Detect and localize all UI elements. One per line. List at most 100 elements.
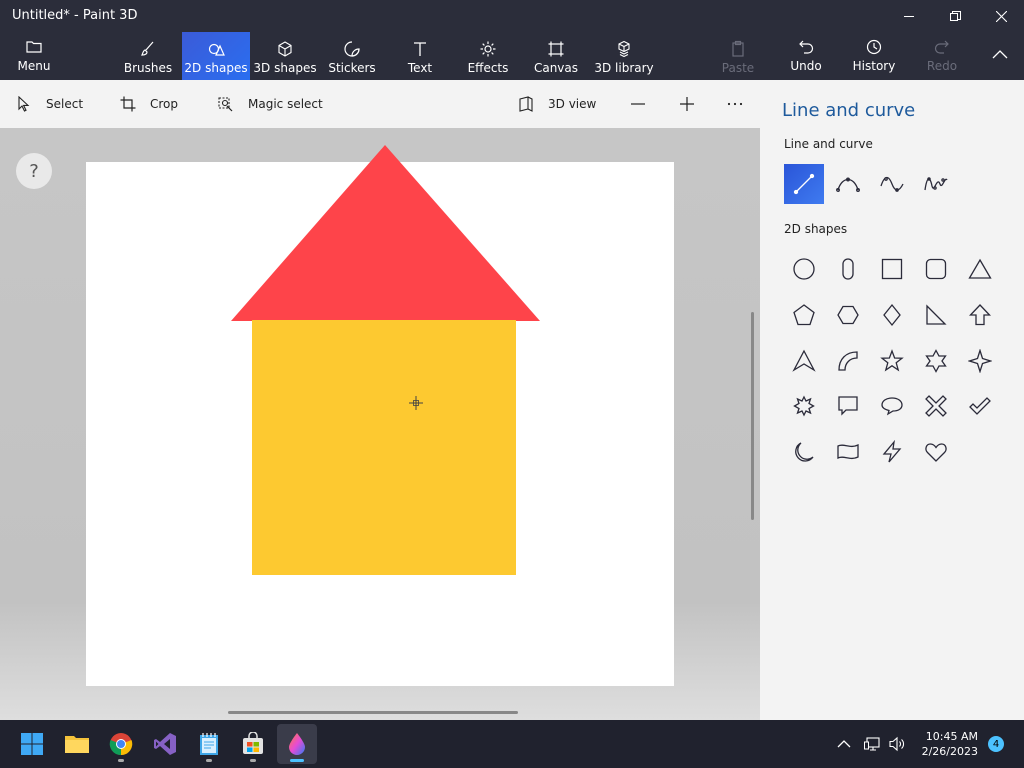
chevron-up-icon xyxy=(837,740,851,748)
burst-shape-button[interactable] xyxy=(784,386,824,426)
pentagon-shape-button[interactable] xyxy=(784,295,824,335)
heart-shape-button[interactable] xyxy=(916,432,956,472)
yellow-rectangle-shape[interactable] xyxy=(252,320,516,575)
diamond-shape-button[interactable] xyxy=(872,295,912,335)
tab-brushes[interactable]: Brushes xyxy=(118,32,178,80)
file-explorer-button[interactable] xyxy=(57,724,97,764)
sticker-icon xyxy=(344,41,360,57)
tab-2d-shapes[interactable]: 2D shapes xyxy=(182,32,250,80)
rounded-square-shape-button[interactable] xyxy=(916,249,956,289)
minimize-button[interactable] xyxy=(886,0,932,32)
clock[interactable]: 10:45 AM 2/26/2023 xyxy=(922,729,978,759)
tab-text[interactable]: Text xyxy=(394,32,446,80)
lightning-shape-button[interactable] xyxy=(872,432,912,472)
right-triangle-shape-button[interactable] xyxy=(916,295,956,335)
store-button[interactable] xyxy=(233,724,273,764)
start-icon xyxy=(21,733,43,755)
zoom-in-button[interactable] xyxy=(679,80,709,128)
collapse-toolbar-button[interactable] xyxy=(984,32,1016,80)
3d-view-button[interactable]: 3D view xyxy=(518,80,596,128)
speech-bubble-round-shape-button[interactable] xyxy=(872,386,912,426)
horizontal-scrollbar[interactable] xyxy=(228,711,518,714)
redo-button[interactable]: Redo xyxy=(920,32,964,80)
volume-button[interactable] xyxy=(889,720,907,768)
notepad-button[interactable] xyxy=(189,724,229,764)
network-icon xyxy=(864,737,880,751)
panel-title: Line and curve xyxy=(782,100,916,121)
tab-effects[interactable]: Effects xyxy=(462,32,514,80)
notepad-icon xyxy=(200,733,218,755)
2d-shapes-icon xyxy=(208,43,225,56)
hexagon-shape-button[interactable] xyxy=(828,295,868,335)
notification-badge[interactable]: 4 xyxy=(988,736,1004,752)
pill-shape-button[interactable] xyxy=(828,249,868,289)
close-icon xyxy=(995,10,1007,22)
star-4-shape-button[interactable] xyxy=(960,341,1000,381)
clock-date: 2/26/2023 xyxy=(921,745,978,758)
two-point-curve-tool-button[interactable] xyxy=(872,164,912,204)
magic-select-label: Magic select xyxy=(248,97,323,111)
star-6-shape-button[interactable] xyxy=(916,341,956,381)
three-point-curve-icon xyxy=(924,177,948,191)
drawing-layer xyxy=(231,145,540,575)
tab-3d-library[interactable]: 3D library xyxy=(594,32,654,80)
three-point-curve-tool-button[interactable] xyxy=(916,164,956,204)
shapes-panel: Line and curve Line and curve 2D shapes xyxy=(760,80,1024,720)
crop-icon xyxy=(120,96,136,112)
canvas-icon xyxy=(548,41,564,57)
arrowhead-shape-button[interactable] xyxy=(784,341,824,381)
triangle-shape-button[interactable] xyxy=(960,249,1000,289)
square-shape-button[interactable] xyxy=(872,249,912,289)
tab-stickers[interactable]: Stickers xyxy=(326,32,378,80)
diamond-icon xyxy=(883,303,901,327)
visual-studio-button[interactable] xyxy=(145,724,185,764)
tab-label: 2D shapes xyxy=(184,61,248,75)
zoom-out-button[interactable] xyxy=(630,80,660,128)
banner-shape-button[interactable] xyxy=(828,432,868,472)
tab-3d-shapes[interactable]: 3D shapes xyxy=(253,32,317,80)
arrow-up-shape-button[interactable] xyxy=(960,295,1000,335)
magic-select-button[interactable]: Magic select xyxy=(218,80,323,128)
tab-canvas[interactable]: Canvas xyxy=(530,32,582,80)
chevron-up-icon xyxy=(992,49,1008,58)
arrow-up-icon xyxy=(968,304,992,326)
history-label: History xyxy=(852,59,896,73)
undo-button[interactable]: Undo xyxy=(782,32,830,80)
start-button[interactable] xyxy=(12,724,52,764)
circle-shape-button[interactable] xyxy=(784,249,824,289)
secondary-toolbar: Select Crop Magic select 3D view xyxy=(0,80,760,128)
speech-bubble-square-icon xyxy=(838,396,858,416)
paste-label: Paste xyxy=(721,61,755,75)
restore-button[interactable] xyxy=(932,0,978,32)
speech-bubble-round-icon xyxy=(881,397,903,416)
vertical-scrollbar[interactable] xyxy=(751,312,754,520)
3d-view-icon xyxy=(519,96,533,112)
red-triangle-shape[interactable] xyxy=(231,145,540,321)
line-tool-button[interactable] xyxy=(784,164,824,204)
x-shape-button[interactable] xyxy=(916,386,956,426)
paint-3d-button[interactable] xyxy=(277,724,317,764)
crescent-shape-button[interactable] xyxy=(784,432,824,472)
sun-icon xyxy=(480,41,496,57)
menu-label: Menu xyxy=(17,59,51,73)
more-options-button[interactable] xyxy=(727,80,757,128)
cursor-icon xyxy=(18,96,30,112)
speech-bubble-square-shape-button[interactable] xyxy=(828,386,868,426)
minus-icon xyxy=(631,103,645,105)
running-indicator xyxy=(206,759,212,762)
show-hidden-icons-button[interactable] xyxy=(836,720,852,768)
quarter-circle-shape-button[interactable] xyxy=(828,341,868,381)
checkmark-shape-button[interactable] xyxy=(960,386,1000,426)
curve-tool-button[interactable] xyxy=(828,164,868,204)
select-button[interactable]: Select xyxy=(16,80,83,128)
close-button[interactable] xyxy=(978,0,1024,32)
crop-button[interactable]: Crop xyxy=(120,80,178,128)
paste-button[interactable]: Paste xyxy=(716,32,760,80)
history-button[interactable]: History xyxy=(848,32,900,80)
menu-button[interactable]: Menu xyxy=(4,32,64,80)
line-icon xyxy=(793,173,815,195)
network-button[interactable] xyxy=(864,720,882,768)
star-5-shape-button[interactable] xyxy=(872,341,912,381)
chrome-button[interactable] xyxy=(101,724,141,764)
two-point-curve-icon xyxy=(880,176,904,192)
